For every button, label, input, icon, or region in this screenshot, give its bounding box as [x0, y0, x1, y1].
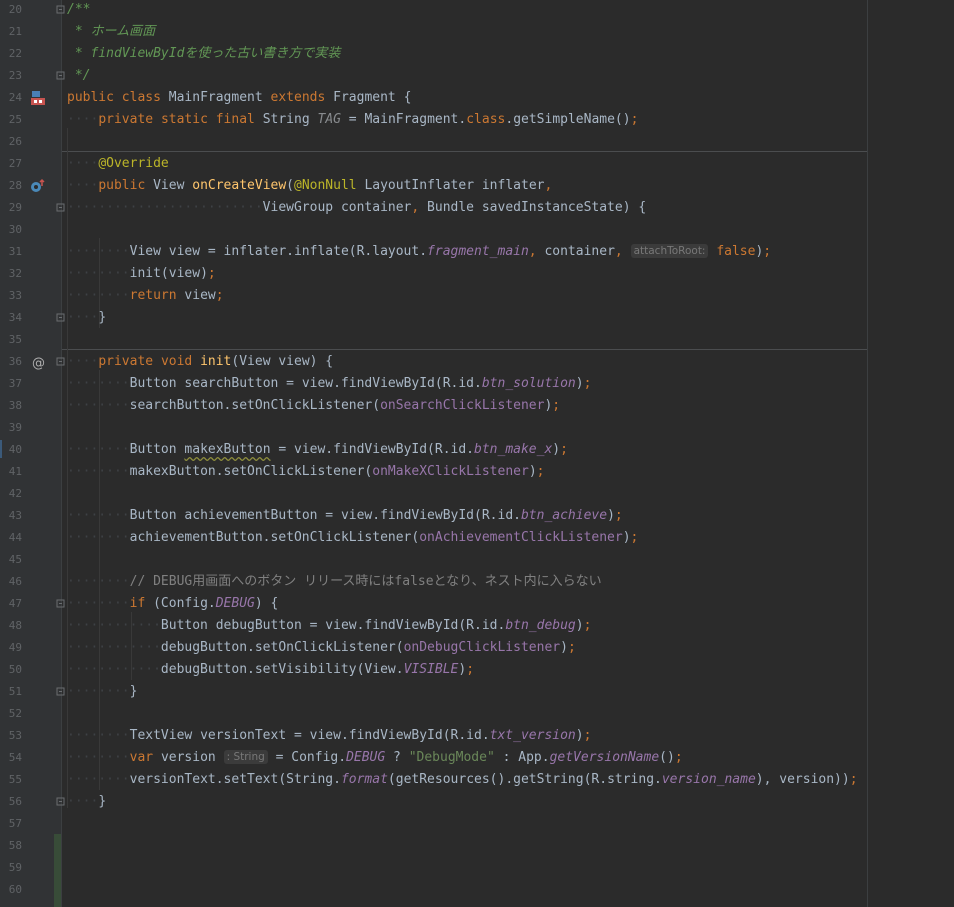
line-number: 41: [8, 465, 22, 478]
line-number: 39: [8, 421, 22, 434]
line-number: 43: [8, 509, 22, 522]
line-number: 47: [8, 597, 22, 610]
parameter-hint: attachToRoot:: [630, 244, 709, 258]
line-number: 33: [8, 289, 22, 302]
class-hierarchy-icon[interactable]: [29, 90, 47, 106]
code-line: 59: [0, 857, 954, 879]
line-number: 60: [8, 883, 22, 896]
line-number: 22: [8, 47, 22, 60]
code-line: 44 ········achievementButton.setOnClickL…: [0, 527, 954, 549]
code-line: 26: [0, 131, 954, 153]
code-line: 48 ············Button debugButton = view…: [0, 615, 954, 637]
at-sign-icon[interactable]: @: [29, 354, 47, 370]
code-line: 21 * ホーム画面: [0, 21, 954, 43]
line-number: 57: [8, 817, 22, 830]
line-number: 54: [8, 751, 22, 764]
code-line: 57: [0, 813, 954, 835]
override-method-icon[interactable]: [29, 178, 47, 194]
code-line: 58: [0, 835, 954, 857]
code-line: 25 ····private static final String TAG =…: [0, 109, 954, 131]
svg-text:@: @: [32, 356, 45, 370]
code-line: 60: [0, 879, 954, 901]
code-line: 54 ········var version : String = Config…: [0, 747, 954, 769]
line-number: 46: [8, 575, 22, 588]
code-line: 32 ········init(view);: [0, 263, 954, 285]
code-line: 27 ····@Override: [0, 153, 954, 175]
line-number: 51: [8, 685, 22, 698]
line-number: 25: [8, 113, 22, 126]
code-line: 49 ············debugButton.setOnClickLis…: [0, 637, 954, 659]
code-line: 33 ········return view;: [0, 285, 954, 307]
line-number: 37: [8, 377, 22, 390]
line-number: 53: [8, 729, 22, 742]
code-line: 24 public class MainFragment extends Fra…: [0, 87, 954, 109]
line-number: 29: [8, 201, 22, 214]
code-line: 50 ············debugButton.setVisibility…: [0, 659, 954, 681]
line-number: 31: [8, 245, 22, 258]
code-line: 40 ········Button makexButton = view.fin…: [0, 439, 954, 461]
code-line: 56 ····}: [0, 791, 954, 813]
fold-collapse-icon[interactable]: [56, 599, 65, 608]
line-number: 59: [8, 861, 22, 874]
code-line: 22 * findViewByIdを使った古い書き方で実装: [0, 43, 954, 65]
line-number: 36: [8, 355, 22, 368]
code-line: 45: [0, 549, 954, 571]
line-number: 38: [8, 399, 22, 412]
line-number: 28: [8, 179, 22, 192]
code-line: 34 ····}: [0, 307, 954, 329]
line-number: 42: [8, 487, 22, 500]
code-line: 29 ·························ViewGroup co…: [0, 197, 954, 219]
line-number: 50: [8, 663, 22, 676]
code-line: 53 ········TextView versionText = view.f…: [0, 725, 954, 747]
line-number: 58: [8, 839, 22, 852]
code-line: 28 ····public View onCreateView(@NonNull…: [0, 175, 954, 197]
fold-end-icon[interactable]: [56, 203, 65, 212]
code-line: 20 /**: [0, 0, 954, 21]
fold-end-icon[interactable]: [56, 313, 65, 322]
line-number: 20: [8, 3, 22, 16]
code-line: 42: [0, 483, 954, 505]
code-line: 36 @ ····private void init(View view) {: [0, 351, 954, 373]
fold-collapse-icon[interactable]: [56, 5, 65, 14]
line-number: 48: [8, 619, 22, 632]
code-line: 38 ········searchButton.setOnClickListen…: [0, 395, 954, 417]
code-line: 37 ········Button searchButton = view.fi…: [0, 373, 954, 395]
line-number: 52: [8, 707, 22, 720]
code-line: 23 */: [0, 65, 954, 87]
code-line: 46 ········// DEBUG用画面へのボタン リリース時にはfalse…: [0, 571, 954, 593]
fold-end-icon[interactable]: [56, 797, 65, 806]
code-line: 47 ········if (Config.DEBUG) {: [0, 593, 954, 615]
line-number: 23: [8, 69, 22, 82]
line-number: 35: [8, 333, 22, 346]
fold-end-icon[interactable]: [56, 687, 65, 696]
code-line: 30: [0, 219, 954, 241]
line-number: 55: [8, 773, 22, 786]
fold-end-icon[interactable]: [56, 71, 65, 80]
line-number: 30: [8, 223, 22, 236]
code-line: 41 ········makexButton.setOnClickListene…: [0, 461, 954, 483]
fold-collapse-icon[interactable]: [56, 357, 65, 366]
code-line: 39: [0, 417, 954, 439]
code-line: 52: [0, 703, 954, 725]
code-line: 51 ········}: [0, 681, 954, 703]
line-number: 49: [8, 641, 22, 654]
code-line: 43 ········Button achievementButton = vi…: [0, 505, 954, 527]
type-hint: : String: [223, 750, 268, 764]
code-line: 55 ········versionText.setText(String.fo…: [0, 769, 954, 791]
line-number: 40: [8, 443, 22, 456]
line-number: 26: [8, 135, 22, 148]
line-number: 34: [8, 311, 22, 324]
line-number: 56: [8, 795, 22, 808]
code-line: 31 ········View view = inflater.inflate(…: [0, 241, 954, 263]
line-number: 24: [8, 91, 22, 104]
line-number: 27: [8, 157, 22, 170]
line-number: 45: [8, 553, 22, 566]
code-line: 35: [0, 329, 954, 351]
line-number: 44: [8, 531, 22, 544]
line-number: 21: [8, 25, 22, 38]
line-number: 32: [8, 267, 22, 280]
